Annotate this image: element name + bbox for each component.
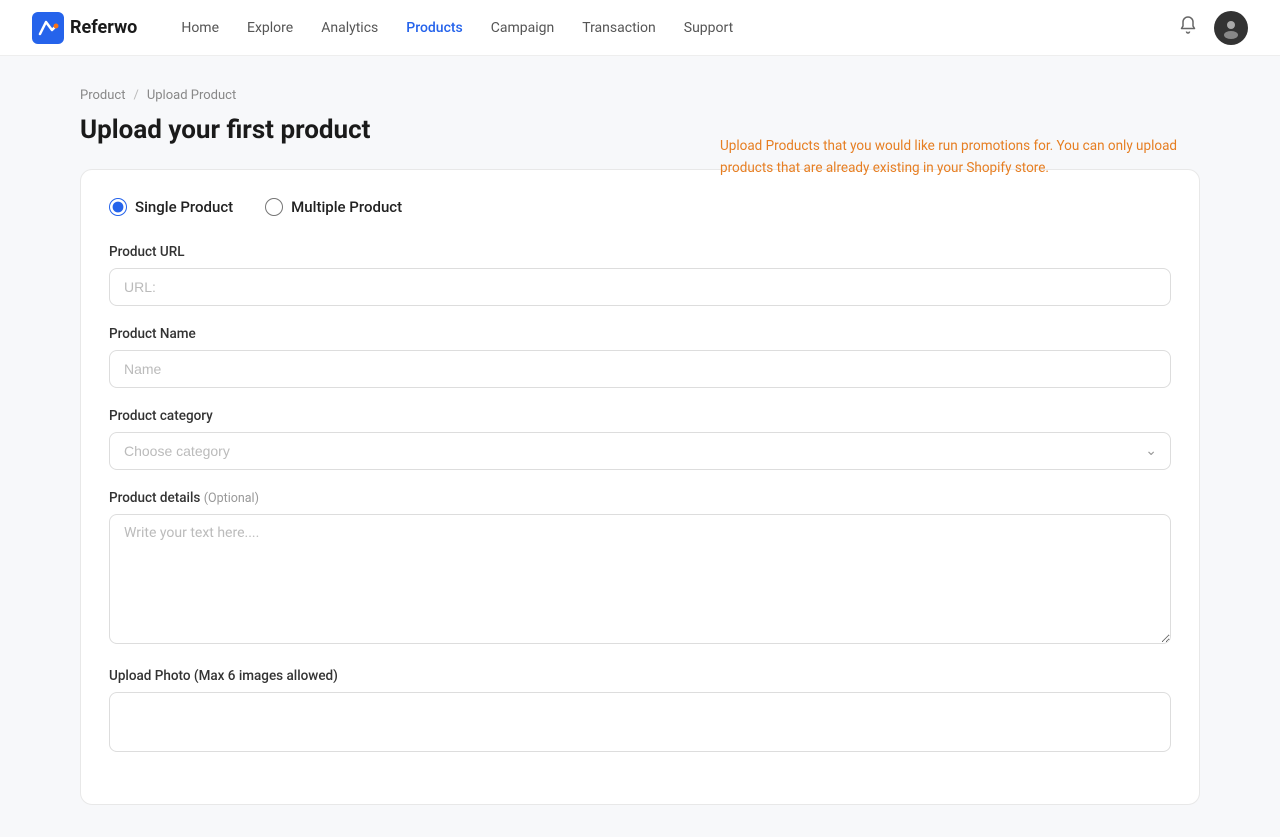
product-category-label: Product category bbox=[109, 408, 1171, 424]
single-product-radio[interactable] bbox=[109, 198, 127, 216]
nav-transaction[interactable]: Transaction bbox=[570, 14, 668, 42]
product-details-label: Product details (Optional) bbox=[109, 490, 1171, 506]
product-category-group: Product category Choose category ⌄ bbox=[109, 408, 1171, 470]
product-url-label: Product URL bbox=[109, 244, 1171, 260]
avatar-icon bbox=[1220, 17, 1242, 39]
nav-support[interactable]: Support bbox=[672, 14, 745, 42]
nav-home[interactable]: Home bbox=[169, 14, 231, 42]
single-product-radio-label[interactable]: Single Product bbox=[109, 198, 233, 216]
product-url-input[interactable] bbox=[109, 268, 1171, 306]
nav-products[interactable]: Products bbox=[394, 14, 475, 42]
app-name: Referwo bbox=[70, 17, 137, 38]
product-details-textarea[interactable] bbox=[109, 514, 1171, 644]
product-name-label: Product Name bbox=[109, 326, 1171, 342]
nav-campaign[interactable]: Campaign bbox=[479, 14, 566, 42]
navbar-right bbox=[1174, 11, 1248, 45]
info-text: Upload Products that you would like run … bbox=[720, 136, 1200, 179]
product-url-group: Product URL bbox=[109, 244, 1171, 306]
nav-links: Home Explore Analytics Products Campaign… bbox=[169, 14, 1174, 42]
navbar: Referwo Home Explore Analytics Products … bbox=[0, 0, 1280, 56]
logo-icon bbox=[32, 12, 64, 44]
product-type-radio-group: Single Product Multiple Product bbox=[109, 198, 1171, 216]
breadcrumb-separator: / bbox=[133, 88, 138, 103]
app-logo[interactable]: Referwo bbox=[32, 12, 137, 44]
upload-photo-group: Upload Photo (Max 6 images allowed) bbox=[109, 668, 1171, 752]
category-select-wrapper: Choose category ⌄ bbox=[109, 432, 1171, 470]
form-card: Single Product Multiple Product Product … bbox=[80, 169, 1200, 805]
product-category-select[interactable]: Choose category bbox=[109, 432, 1171, 470]
upload-photo-label: Upload Photo (Max 6 images allowed) bbox=[109, 668, 1171, 684]
nav-analytics[interactable]: Analytics bbox=[309, 14, 390, 42]
breadcrumb-current: Upload Product bbox=[147, 88, 236, 103]
user-avatar[interactable] bbox=[1214, 11, 1248, 45]
nav-explore[interactable]: Explore bbox=[235, 14, 305, 42]
details-optional-text: (Optional) bbox=[204, 491, 259, 506]
bell-icon bbox=[1178, 15, 1198, 35]
multiple-product-radio[interactable] bbox=[265, 198, 283, 216]
product-name-group: Product Name bbox=[109, 326, 1171, 388]
upload-photo-area[interactable] bbox=[109, 692, 1171, 752]
multiple-product-label: Multiple Product bbox=[291, 198, 402, 216]
notification-button[interactable] bbox=[1174, 11, 1202, 44]
breadcrumb-parent[interactable]: Product bbox=[80, 88, 125, 103]
multiple-product-radio-label[interactable]: Multiple Product bbox=[265, 198, 402, 216]
details-label-text: Product details bbox=[109, 490, 200, 506]
product-details-group: Product details (Optional) bbox=[109, 490, 1171, 648]
product-name-input[interactable] bbox=[109, 350, 1171, 388]
single-product-label: Single Product bbox=[135, 198, 233, 216]
breadcrumb: Product / Upload Product bbox=[80, 88, 1200, 103]
